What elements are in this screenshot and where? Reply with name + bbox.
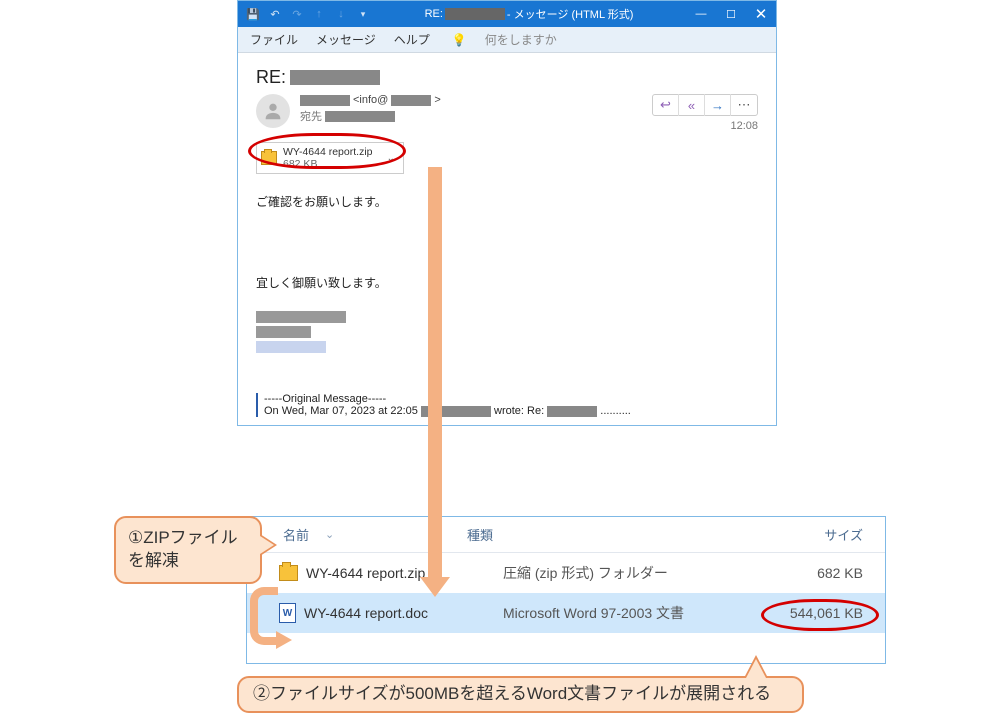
- callout-step1: ①ZIPファイルを解凍: [114, 516, 262, 584]
- signature-redacted: [256, 311, 758, 353]
- subject-prefix: RE:: [256, 67, 286, 88]
- minimize-button[interactable]: —: [686, 1, 716, 27]
- down-icon[interactable]: ↓: [332, 8, 350, 20]
- outlook-message-window: 💾 ↶ ↷ ↑ ↓ ▾ RE: - メッセージ (HTML 形式) — ☐ ✕ …: [237, 0, 777, 426]
- redacted-sender-name: [300, 95, 350, 106]
- chevron-down-icon[interactable]: ⌄: [387, 153, 395, 164]
- redacted-orig-subject: [547, 406, 597, 417]
- timestamp: 12:08: [730, 120, 758, 132]
- ribbon: ファイル メッセージ ヘルプ 💡 何をしますか: [238, 27, 776, 53]
- close-button[interactable]: ✕: [746, 1, 776, 27]
- up-icon[interactable]: ↑: [310, 8, 328, 20]
- file-size: 544,061 KB: [728, 605, 885, 621]
- reply-all-icon[interactable]: «: [679, 94, 705, 116]
- attachment-name: WY-4644 report.zip: [283, 146, 373, 158]
- column-name[interactable]: 名前: [283, 525, 309, 544]
- orig-line2: On Wed, Mar 07, 2023 at 22:05 wrote: Re:…: [264, 405, 758, 417]
- file-name: WY-4644 report.doc: [304, 605, 428, 621]
- arrow-zip-to-explorer: [428, 167, 442, 577]
- tab-file[interactable]: ファイル: [250, 31, 298, 48]
- zip-icon: [261, 151, 277, 165]
- undo-icon[interactable]: ↶: [266, 8, 284, 21]
- attachment-chip[interactable]: WY-4644 report.zip 682 KB ⌄: [256, 142, 404, 174]
- callout-step2: ②ファイルサイズが500MBを超えるWord文書ファイルが展開される: [237, 676, 804, 713]
- avatar: [256, 94, 290, 128]
- redo-icon[interactable]: ↷: [288, 8, 306, 21]
- redacted-recipient: [325, 111, 395, 122]
- sender-row: <info@ >: [300, 94, 642, 106]
- column-size[interactable]: サイズ: [692, 525, 885, 544]
- file-size: 682 KB: [728, 565, 885, 581]
- recipients-row: 宛先: [300, 108, 642, 124]
- arrow-extract-bracket: [250, 587, 278, 645]
- body-line-2: 宜しく御願い致します。: [256, 273, 758, 293]
- zip-folder-icon: [279, 565, 298, 581]
- orig-header: -----Original Message-----: [264, 393, 758, 405]
- attachment-size: 682 KB: [283, 158, 317, 170]
- tellme-input[interactable]: 何をしますか: [485, 31, 557, 48]
- file-row-doc[interactable]: W WY-4644 report.doc Microsoft Word 97-2…: [247, 593, 885, 633]
- titlebar: 💾 ↶ ↷ ↑ ↓ ▾ RE: - メッセージ (HTML 形式) — ☐ ✕: [238, 1, 776, 27]
- qat-dropdown-icon[interactable]: ▾: [354, 9, 372, 20]
- forward-icon[interactable]: →: [705, 94, 731, 116]
- column-type[interactable]: 種類: [467, 525, 692, 544]
- reply-actions: ↩ « → ⋯: [652, 94, 758, 116]
- tab-help[interactable]: ヘルプ: [394, 31, 430, 48]
- redacted-subject: [445, 8, 505, 20]
- maximize-button[interactable]: ☐: [716, 1, 746, 27]
- sort-indicator-icon[interactable]: ⌄: [325, 528, 334, 541]
- more-actions-icon[interactable]: ⋯: [731, 94, 757, 116]
- tellme-bulb-icon: 💡: [452, 33, 467, 47]
- window-title: RE: - メッセージ (HTML 形式): [372, 6, 686, 22]
- redacted-sender-domain: [391, 95, 431, 106]
- original-message-quote: -----Original Message----- On Wed, Mar 0…: [256, 393, 758, 417]
- redacted-subject-body: [290, 70, 380, 85]
- message-body: ご確認をお願いします。 宜しく御願い致します。: [256, 192, 758, 293]
- file-row-zip[interactable]: WY-4644 report.zip 圧縮 (zip 形式) フォルダー 682…: [247, 553, 885, 593]
- file-type: 圧縮 (zip 形式) フォルダー: [503, 563, 728, 583]
- word-doc-icon: W: [279, 603, 296, 623]
- tab-message[interactable]: メッセージ: [316, 31, 376, 48]
- save-icon[interactable]: 💾: [244, 8, 262, 21]
- file-name: WY-4644 report.zip: [306, 565, 425, 581]
- file-type: Microsoft Word 97-2003 文書: [503, 603, 728, 623]
- explorer-columns: 名前 ⌄ 種類 サイズ: [247, 517, 885, 553]
- subject-row: RE:: [256, 67, 758, 88]
- reply-icon[interactable]: ↩: [653, 94, 679, 116]
- explorer-window: 名前 ⌄ 種類 サイズ WY-4644 report.zip 圧縮 (zip 形…: [246, 516, 886, 664]
- body-line-1: ご確認をお願いします。: [256, 192, 758, 212]
